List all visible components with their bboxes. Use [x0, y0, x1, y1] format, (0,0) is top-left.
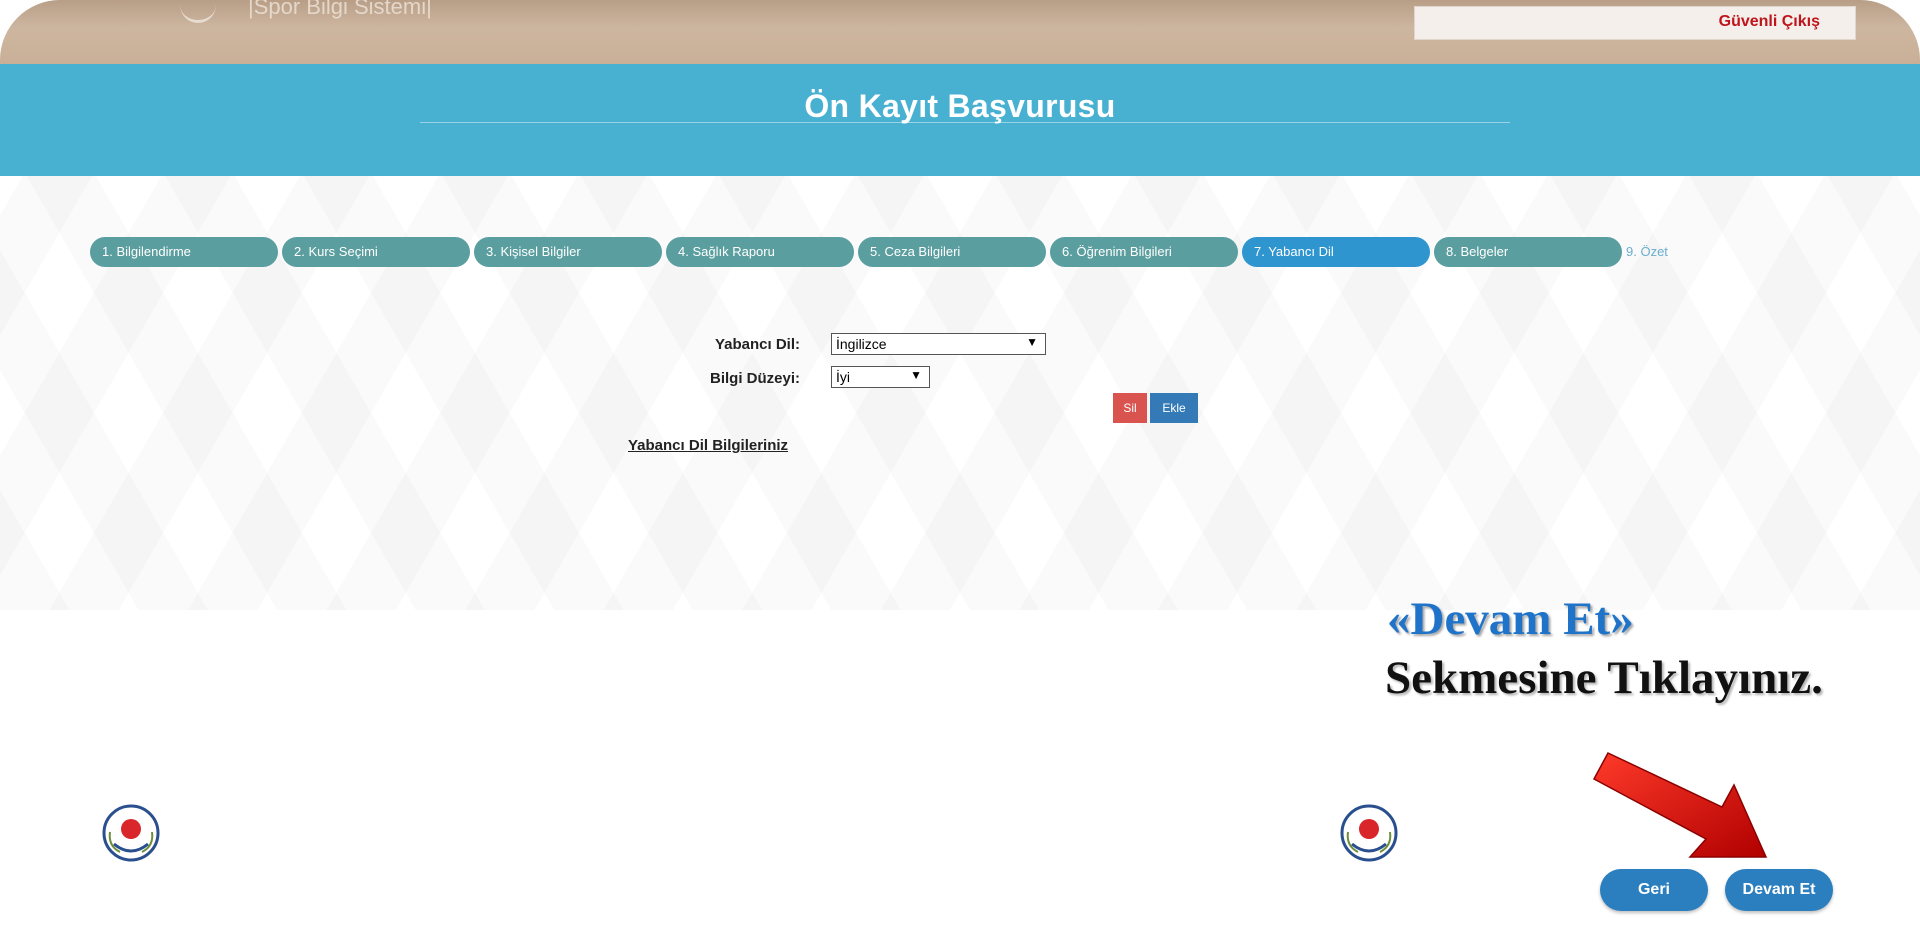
page-frame: |Spor Bilgi Sistemi| Güvenli Çıkış Ön Ka… [0, 0, 1920, 925]
logout-link[interactable]: Güvenli Çıkış [1719, 13, 1820, 31]
step-yabanci-dil[interactable]: 7. Yabancı Dil [1242, 237, 1430, 267]
back-button[interactable]: Geri [1600, 869, 1708, 911]
delete-button[interactable]: Sil [1113, 393, 1147, 423]
language-list-heading: Yabancı Dil Bilgileriniz [628, 437, 789, 454]
red-arrow-icon [1592, 752, 1768, 858]
level-label: Bilgi Düzeyi: [709, 370, 800, 387]
step-kurs-secimi[interactable]: 2. Kurs Seçimi [282, 237, 470, 267]
level-select-value: İyi [836, 369, 850, 385]
dropdown-arrow-icon: ▼ [1026, 335, 1038, 349]
title-underline [420, 122, 1510, 123]
language-select-value: İngilizce [836, 336, 887, 352]
annotation-instruction: Sekmesine Tıklayınız. [1385, 652, 1823, 704]
step-ozet[interactable]: 9. Özet [1626, 237, 1706, 267]
step-bilgilendirme[interactable]: 1. Bilgilendirme [90, 237, 278, 267]
language-label: Yabancı Dil: [714, 336, 800, 353]
brand-logo-icon [180, 0, 216, 23]
page-title: Ön Kayıt Başvurusu [804, 88, 1116, 124]
step-kisisel-bilgiler[interactable]: 3. Kişisel Bilgiler [474, 237, 662, 267]
dropdown-arrow-icon: ▼ [910, 368, 922, 382]
add-button[interactable]: Ekle [1150, 393, 1198, 423]
ministry-logo-icon [1340, 804, 1398, 862]
top-header: |Spor Bilgi Sistemi| Güvenli Çıkış [0, 0, 1920, 70]
ministry-logo-icon [102, 804, 160, 862]
title-band: Ön Kayıt Başvurusu [0, 64, 1920, 176]
step-ogrenim-bilgileri[interactable]: 6. Öğrenim Bilgileri [1050, 237, 1238, 267]
level-select[interactable]: İyi ▼ [831, 366, 930, 388]
step-belgeler[interactable]: 8. Belgeler [1434, 237, 1622, 267]
continue-button[interactable]: Devam Et [1725, 869, 1833, 911]
step-saglik-raporu[interactable]: 4. Sağlık Raporu [666, 237, 854, 267]
step-ceza-bilgileri[interactable]: 5. Ceza Bilgileri [858, 237, 1046, 267]
language-select[interactable]: İngilizce ▼ [831, 333, 1046, 355]
brand-text: |Spor Bilgi Sistemi| [248, 0, 432, 19]
annotation-continue-label: «Devam Et» [1387, 593, 1634, 645]
logout-container: Güvenli Çıkış [1414, 6, 1856, 40]
